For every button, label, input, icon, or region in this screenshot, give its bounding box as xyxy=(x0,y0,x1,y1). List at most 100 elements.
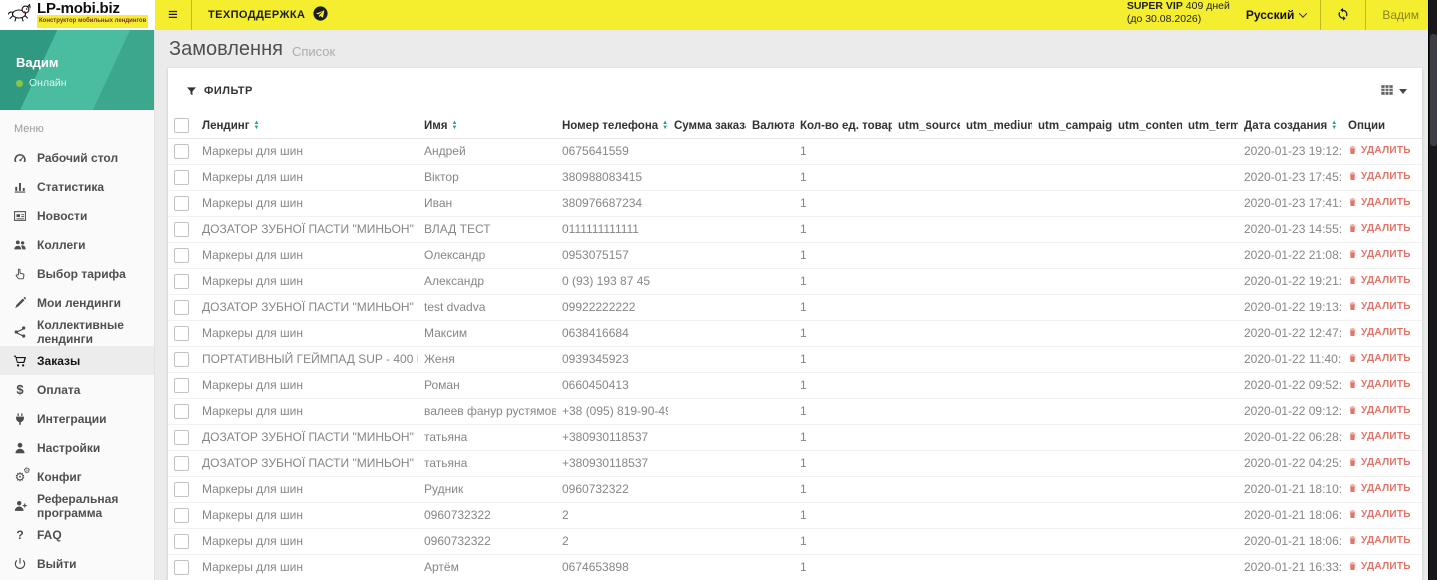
delete-button[interactable]: УДАЛИТЬ xyxy=(1348,405,1411,416)
cell-utm_term xyxy=(1182,164,1238,191)
cell-utm_content xyxy=(1112,320,1182,347)
row-checkbox[interactable] xyxy=(174,559,189,575)
cell-landing: Маркеры для шин xyxy=(196,372,418,399)
refresh-icon xyxy=(1336,7,1350,24)
column-header-phone[interactable]: Номер телефона ▲ ▼ xyxy=(556,114,668,139)
cell-landing: Маркеры для шин xyxy=(196,242,418,269)
row-checkbox[interactable] xyxy=(174,455,189,471)
brand-logo[interactable]: LP-mobi.biz Конструктор мобильных лендин… xyxy=(0,0,155,30)
delete-label: УДАЛИТЬ xyxy=(1361,378,1411,390)
delete-button[interactable]: УДАЛИТЬ xyxy=(1348,327,1411,338)
language-selector[interactable]: Русский xyxy=(1246,0,1308,30)
cell-created: 2020-01-23 17:41:43 xyxy=(1238,190,1342,217)
row-checkbox[interactable] xyxy=(174,299,189,315)
row-checkbox[interactable] xyxy=(174,247,189,263)
cell-options: УДАЛИТЬ xyxy=(1342,242,1422,269)
cell-landing: Маркеры для шин xyxy=(196,476,418,503)
sidebar-menu: Рабочий стол Статистика Новости Коллеги Выбо… xyxy=(0,141,154,578)
hamburger-menu-button[interactable]: ≡ xyxy=(155,0,191,30)
order-row: Маркеры для шин Роман 0660450413 1 2020-01-2… xyxy=(168,372,1422,399)
delete-button[interactable]: УДАЛИТЬ xyxy=(1348,223,1411,234)
cell-created: 2020-01-21 16:33:42 xyxy=(1238,554,1342,580)
window-scrollbar[interactable] xyxy=(1428,0,1437,580)
cell-name: Максим xyxy=(418,320,556,347)
row-checkbox[interactable] xyxy=(174,481,189,497)
topbar-user-button[interactable]: Вадим xyxy=(1366,0,1437,30)
refresh-button[interactable] xyxy=(1321,0,1365,30)
delete-button[interactable]: УДАЛИТЬ xyxy=(1348,431,1411,442)
row-checkbox[interactable] xyxy=(174,507,189,523)
filter-icon xyxy=(186,86,197,97)
delete-button[interactable]: УДАЛИТЬ xyxy=(1348,275,1411,286)
column-settings-button[interactable] xyxy=(1380,83,1407,100)
delete-label: УДАЛИТЬ xyxy=(1361,170,1411,182)
sidebar-item-settings[interactable]: Настройки xyxy=(0,433,154,462)
select-all-checkbox[interactable] xyxy=(174,118,189,134)
cell-phone: 2 xyxy=(556,528,668,555)
sidebar-item-referral[interactable]: Реферальная программа xyxy=(0,491,154,520)
row-checkbox[interactable] xyxy=(174,377,189,393)
delete-button[interactable]: УДАЛИТЬ xyxy=(1348,483,1411,494)
order-row: Маркеры для шинвалеев фанур рустямович+3… xyxy=(168,398,1422,425)
delete-button[interactable]: УДАЛИТЬ xyxy=(1348,535,1411,546)
cell-utm_content xyxy=(1112,164,1182,191)
filter-button[interactable]: ФИЛЬТР xyxy=(186,85,253,97)
delete-button[interactable]: УДАЛИТЬ xyxy=(1348,509,1411,520)
delete-button[interactable]: УДАЛИТЬ xyxy=(1348,457,1411,468)
plan-info: SUPER VIP 409 дней (до 30.08.2026) xyxy=(1127,0,1230,30)
delete-button[interactable]: УДАЛИТЬ xyxy=(1348,379,1411,390)
scrollbar-thumb[interactable] xyxy=(1430,34,1437,146)
row-checkbox[interactable] xyxy=(174,533,189,549)
delete-button[interactable]: УДАЛИТЬ xyxy=(1348,353,1411,364)
cell-created: 2020-01-22 12:47:43 xyxy=(1238,320,1342,347)
column-header-name[interactable]: Имя ▲ ▼ xyxy=(418,114,556,139)
column-header-landing[interactable]: Лендинг ▲ ▼ xyxy=(196,114,418,139)
cell-utm_source xyxy=(892,216,960,243)
sidebar-item-statistics[interactable]: Статистика xyxy=(0,172,154,201)
order-row: Маркеры для шин Рудник 0960732322 1 2020-01-… xyxy=(168,476,1422,503)
sidebar-item-colleagues[interactable]: Коллеги xyxy=(0,230,154,259)
sidebar-item-orders[interactable]: Заказы xyxy=(0,346,154,375)
row-checkbox[interactable] xyxy=(174,195,189,211)
row-checkbox[interactable] xyxy=(174,169,189,185)
order-row: ДОЗАТОР ЗУБНОЇ ПАСТИ "МИНЬОН" татьяна +380… xyxy=(168,424,1422,451)
cell-options: УДАЛИТЬ xyxy=(1342,190,1422,217)
cell-utm_content xyxy=(1112,242,1182,269)
delete-button[interactable]: УДАЛИТЬ xyxy=(1348,249,1411,260)
sidebar-item-tariff[interactable]: Выбор тарифа xyxy=(0,259,154,288)
cell-landing: Маркеры для шин xyxy=(196,554,418,580)
row-checkbox[interactable] xyxy=(174,221,189,237)
online-status-dot xyxy=(16,79,23,87)
sidebar-item-faq[interactable]: ? FAQ xyxy=(0,520,154,549)
stats-icon xyxy=(12,180,28,194)
row-checkbox[interactable] xyxy=(174,273,189,289)
delete-button[interactable]: УДАЛИТЬ xyxy=(1348,145,1411,156)
sidebar-item-payment[interactable]: $ Оплата xyxy=(0,375,154,404)
row-checkbox[interactable] xyxy=(174,351,189,367)
cell-select xyxy=(168,294,196,321)
sidebar-item-my-landings[interactable]: Мои лендинги xyxy=(0,288,154,317)
caret-down-icon xyxy=(1399,88,1407,94)
row-checkbox[interactable] xyxy=(174,325,189,341)
chevron-down-icon xyxy=(1299,9,1308,18)
trash-icon xyxy=(1348,431,1357,441)
sidebar-item-collective-landings[interactable]: Коллективные лендинги xyxy=(0,317,154,346)
column-header-sum: Сумма заказа xyxy=(668,114,746,139)
column-header-created[interactable]: Дата создания ▲ ▼ xyxy=(1238,114,1342,139)
row-checkbox[interactable] xyxy=(174,429,189,445)
delete-button[interactable]: УДАЛИТЬ xyxy=(1348,197,1411,208)
cell-currency xyxy=(746,398,794,425)
sidebar-item-integrations[interactable]: Интеграции xyxy=(0,404,154,433)
delete-button[interactable]: УДАЛИТЬ xyxy=(1348,301,1411,312)
sidebar-item-logout[interactable]: Выйти xyxy=(0,549,154,578)
row-checkbox[interactable] xyxy=(174,143,189,159)
delete-button[interactable]: УДАЛИТЬ xyxy=(1348,561,1411,572)
sidebar-item-config[interactable]: ⚙ ⚙ Конфиг xyxy=(0,462,154,491)
delete-button[interactable]: УДАЛИТЬ xyxy=(1348,171,1411,182)
cell-sum xyxy=(668,424,746,451)
sidebar-item-news[interactable]: Новости xyxy=(0,201,154,230)
cell-sum xyxy=(668,372,746,399)
row-checkbox[interactable] xyxy=(174,403,189,419)
support-button[interactable]: ТЕХПОДДЕРЖКА xyxy=(192,0,344,30)
sidebar-item-dashboard[interactable]: Рабочий стол xyxy=(0,143,154,172)
